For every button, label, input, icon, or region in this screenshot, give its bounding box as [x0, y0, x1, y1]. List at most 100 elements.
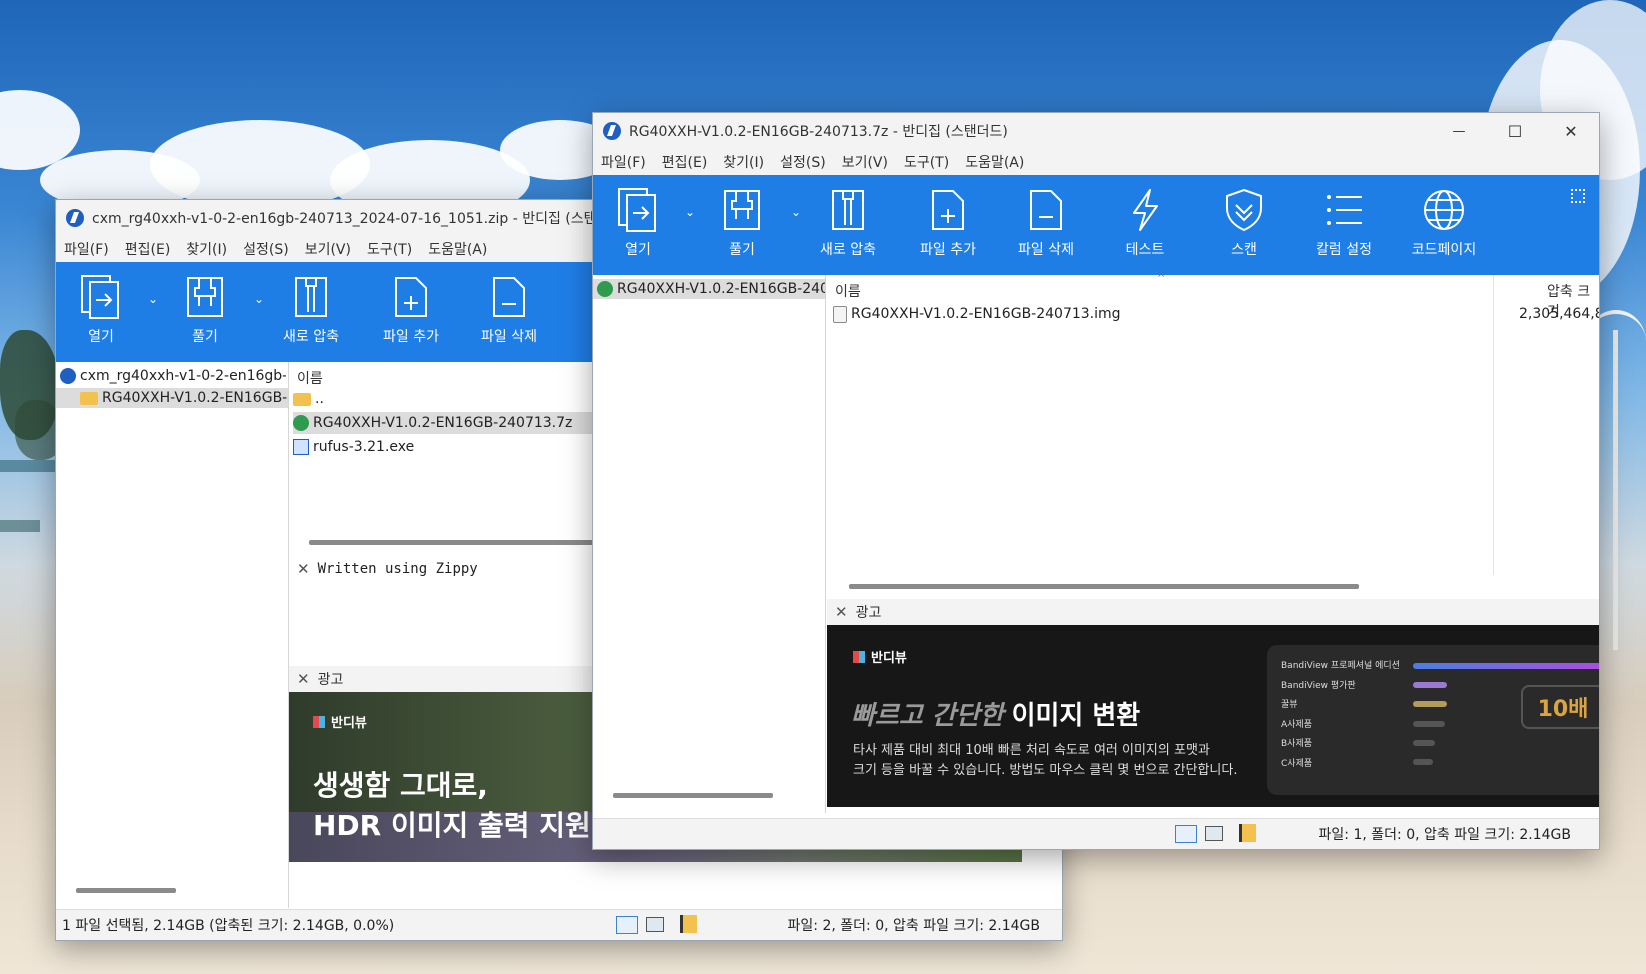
- column-settings-label: 칼럼 설정: [1316, 242, 1372, 258]
- add-file-button[interactable]: 파일 추가: [366, 262, 456, 362]
- chart-bar: [1413, 759, 1433, 765]
- chart-bar: [1413, 721, 1445, 727]
- status-bar: 파일: 1, 폴더: 0, 압축 파일 크기: 2.14GB: [593, 818, 1599, 849]
- zip-file-icon: [60, 368, 76, 384]
- tree-scrollbar[interactable]: [613, 793, 773, 798]
- menu-file[interactable]: 파일(F): [56, 239, 117, 259]
- delete-file-button[interactable]: 파일 삭제: [464, 262, 554, 362]
- open-dropdown-icon[interactable]: ⌄: [685, 205, 695, 219]
- window-title: cxm_rg40xxh-v1-0-2-en16gb-240713_2024-07…: [92, 211, 612, 227]
- ad-badge: 10배: [1521, 685, 1599, 729]
- extract-dropdown-icon[interactable]: ⌄: [791, 205, 801, 219]
- ad-headline-a: 빠르고 간단한: [851, 701, 1004, 731]
- bandiview-logo-icon: [313, 715, 325, 728]
- new-archive-icon: [295, 277, 327, 317]
- tree-scrollbar[interactable]: [76, 888, 176, 893]
- new-archive-button[interactable]: 새로 압축: [266, 262, 356, 362]
- preview-view-icon[interactable]: [646, 917, 664, 932]
- ad-comparison-card: BandiView 프로페셔널 에디션 BandiView 평가판 꿀뷰 A사제…: [1267, 645, 1599, 795]
- add-file-icon: [932, 190, 964, 230]
- ad-banner[interactable]: 반디뷰 빠르고 간단한 이미지 변환 타사 제품 대비 최대 10배 빠른 처리…: [827, 625, 1599, 807]
- chart-label: 꿀뷰: [1281, 700, 1298, 710]
- details-view-icon[interactable]: [1175, 825, 1197, 843]
- details-view-icon[interactable]: [616, 916, 638, 934]
- column-name-header[interactable]: 이름: [297, 368, 323, 388]
- menu-view[interactable]: 보기(V): [297, 239, 359, 259]
- tree-item-archive[interactable]: cxm_rg40xxh-v1-0-2-en16gb-240713_2024-07…: [60, 366, 286, 386]
- close-ad-icon[interactable]: ✕: [297, 670, 310, 688]
- status-totals: 파일: 1, 폴더: 0, 압축 파일 크기: 2.14GB: [1318, 827, 1571, 843]
- bandizip-app-icon: [603, 122, 621, 140]
- open-button[interactable]: 열기: [593, 175, 683, 275]
- ad-pane-header: ✕ 광고: [827, 599, 1599, 625]
- minimize-button[interactable]: —: [1431, 113, 1487, 149]
- open-button[interactable]: 열기: [56, 262, 146, 362]
- add-file-label: 파일 추가: [383, 329, 439, 345]
- menu-edit[interactable]: 편집(E): [654, 152, 716, 172]
- extract-button[interactable]: 풀기: [697, 175, 787, 275]
- test-button[interactable]: 테스트: [1100, 175, 1190, 275]
- ad-line-1: 생생함 그대로,: [313, 769, 488, 802]
- test-label: 테스트: [1125, 242, 1165, 258]
- list-item-img-size: 2,305,464,8: [1519, 306, 1600, 322]
- layout-grid-icon[interactable]: [1571, 189, 1585, 203]
- open-label: 열기: [625, 242, 651, 258]
- list-scrollbar[interactable]: [849, 584, 1359, 589]
- extract-button[interactable]: 풀기: [160, 262, 250, 362]
- column-name-header[interactable]: 이름: [835, 281, 861, 301]
- codepage-button[interactable]: 코드페이지: [1399, 175, 1489, 275]
- menu-view[interactable]: 보기(V): [834, 152, 896, 172]
- chart-bar: [1413, 663, 1599, 669]
- new-archive-icon: [832, 190, 864, 230]
- new-archive-button[interactable]: 새로 압축: [803, 175, 893, 275]
- globe-icon: [1424, 190, 1464, 230]
- maximize-button[interactable]: ☐: [1487, 113, 1543, 149]
- list-icon: [1327, 195, 1362, 225]
- delete-file-label: 파일 삭제: [1018, 242, 1074, 258]
- archive-info-icon[interactable]: [1239, 824, 1256, 842]
- menu-settings[interactable]: 설정(S): [772, 152, 834, 172]
- folder-icon: [80, 391, 98, 405]
- list-item-img[interactable]: RG40XXH-V1.0.2-EN16GB-240713.img: [833, 303, 1493, 325]
- chart-label: B사제품: [1281, 739, 1313, 749]
- new-archive-label: 새로 압축: [820, 242, 876, 258]
- tree-item-archive[interactable]: RG40XXH-V1.0.2-EN16GB-240713.7z: [593, 279, 825, 299]
- open-icon: [81, 275, 119, 319]
- close-button[interactable]: ✕: [1543, 113, 1599, 149]
- delete-file-button[interactable]: 파일 삭제: [1001, 175, 1091, 275]
- status-selection: 1 파일 선택됨, 2.14GB (압축된 크기: 2.14GB, 0.0%): [62, 918, 395, 934]
- open-icon: [618, 188, 656, 232]
- archive-info-icon[interactable]: [680, 915, 697, 933]
- ad-brand: 반디뷰: [871, 651, 907, 666]
- folder-tree: RG40XXH-V1.0.2-EN16GB-240713.7z: [593, 275, 826, 813]
- delete-file-icon: [1030, 190, 1062, 230]
- ad-line-2: HDR 이미지 출력 지원: [313, 809, 591, 842]
- menu-help[interactable]: 도움말(A): [957, 152, 1032, 172]
- close-comment-icon[interactable]: ✕: [297, 560, 310, 578]
- scan-button[interactable]: 스캔: [1199, 175, 1289, 275]
- menu-help[interactable]: 도움말(A): [420, 239, 495, 259]
- column-divider[interactable]: [1493, 275, 1494, 575]
- open-dropdown-icon[interactable]: ⌄: [148, 292, 158, 306]
- chart-label: C사제품: [1281, 758, 1313, 769]
- column-settings-button[interactable]: 칼럼 설정: [1299, 175, 1389, 275]
- extract-dropdown-icon[interactable]: ⌄: [254, 292, 264, 306]
- menu-tools[interactable]: 도구(T): [359, 239, 420, 259]
- title-bar[interactable]: RG40XXH-V1.0.2-EN16GB-240713.7z - 반디집 (스…: [593, 113, 1599, 149]
- menu-find[interactable]: 찾기(I): [178, 239, 235, 259]
- tree-item-folder[interactable]: RG40XXH-V1.0.2-EN16GB-240713: [56, 388, 288, 408]
- extract-label: 풀기: [192, 329, 218, 345]
- extract-icon: [187, 277, 223, 317]
- menu-tools[interactable]: 도구(T): [896, 152, 957, 172]
- ad-description-1: 타사 제품 대비 최대 10배 빠른 처리 속도로 여러 이미지의 포맷과: [853, 743, 1210, 758]
- chart-label: BandiView 프로페셔널 에디션: [1281, 661, 1400, 671]
- preview-view-icon[interactable]: [1205, 826, 1223, 841]
- menu-file[interactable]: 파일(F): [593, 152, 654, 172]
- menu-find[interactable]: 찾기(I): [715, 152, 772, 172]
- close-ad-icon[interactable]: ✕: [835, 603, 848, 621]
- menu-edit[interactable]: 편집(E): [117, 239, 179, 259]
- add-file-button[interactable]: 파일 추가: [903, 175, 993, 275]
- delete-file-label: 파일 삭제: [481, 329, 537, 345]
- open-label: 열기: [88, 329, 114, 345]
- menu-settings[interactable]: 설정(S): [235, 239, 297, 259]
